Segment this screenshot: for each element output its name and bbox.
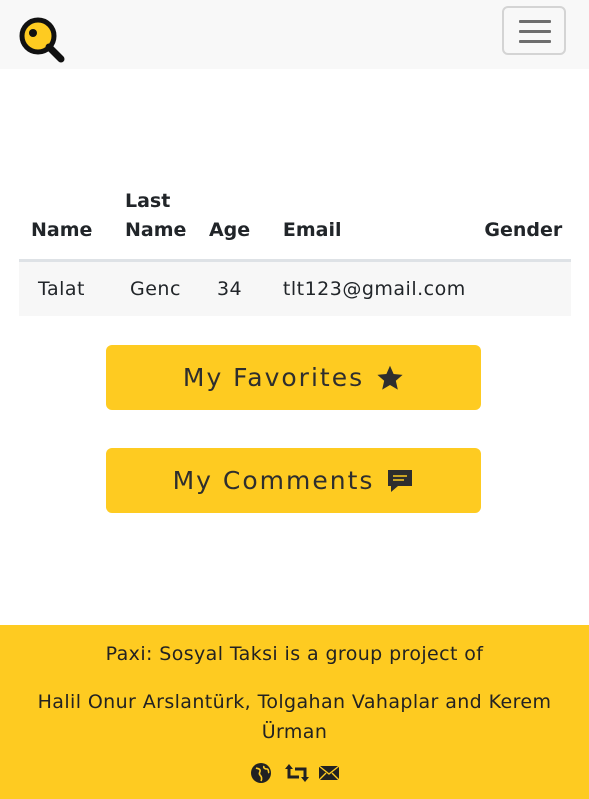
header-age: Age: [208, 187, 273, 262]
header-last-name: Last Name: [124, 187, 209, 262]
envelope-icon[interactable]: [318, 762, 340, 784]
header-last-name-line1: Last: [124, 190, 171, 212]
header-email: Email: [272, 187, 485, 262]
footer-icon-links: [0, 762, 589, 784]
table-row: Talat Genc 34 tlt123@gmail.com: [19, 260, 571, 316]
globe-icon[interactable]: [250, 762, 272, 784]
magnifier-logo-icon[interactable]: [18, 16, 66, 64]
table-header-row: Name Last Name Age Email Gender: [19, 187, 571, 262]
star-icon: [377, 365, 403, 390]
comment-icon: [388, 469, 413, 492]
header-last-name-line2: Name: [124, 219, 187, 241]
retweet-icon[interactable]: [284, 762, 309, 784]
profile-table: Name Last Name Age Email Gender Talat Ge…: [19, 187, 571, 316]
header-gender: Gender: [484, 187, 571, 262]
header-name: Name: [19, 187, 125, 262]
my-comments-label: My Comments: [172, 466, 375, 495]
hamburger-icon: [519, 20, 551, 23]
footer-project-line: Paxi: Sosyal Taksi is a group project of: [105, 643, 484, 665]
my-favorites-label: My Favorites: [182, 363, 365, 392]
my-comments-button[interactable]: My Comments: [106, 448, 481, 513]
cell-age: 34: [208, 260, 273, 316]
my-favorites-button[interactable]: My Favorites: [106, 345, 481, 410]
cell-name: Talat: [19, 260, 125, 316]
navbar: [0, 0, 589, 69]
footer-authors-line: Halil Onur Arslantürk, Tolgahan Vahaplar…: [37, 691, 552, 743]
cell-gender: [484, 260, 571, 316]
menu-toggle-button[interactable]: [502, 6, 566, 55]
footer: Paxi: Sosyal Taksi is a group project of…: [0, 625, 589, 799]
cell-email: tlt123@gmail.com: [272, 260, 485, 316]
cell-last-name: Genc: [124, 260, 209, 316]
